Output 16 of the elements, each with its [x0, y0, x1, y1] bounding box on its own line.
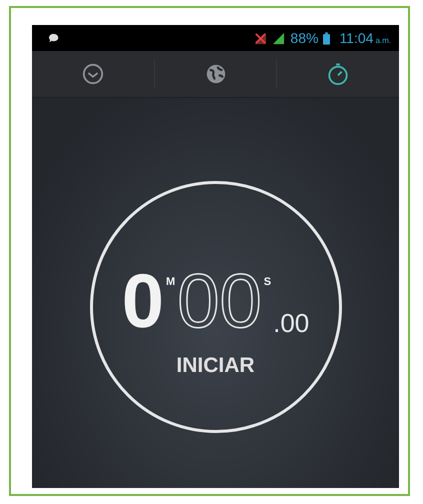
time-period: a.m.: [375, 36, 391, 45]
seconds-unit: S: [264, 276, 272, 288]
battery-percent: 88%: [290, 30, 318, 46]
globe-icon: [204, 63, 226, 85]
no-signal-icon: [254, 32, 268, 44]
chat-icon: [48, 32, 59, 44]
clock-icon: [82, 63, 104, 85]
signal-icon: [272, 32, 286, 44]
start-button[interactable]: INICIAR: [172, 352, 259, 380]
minutes-unit: M: [166, 276, 176, 288]
clock-time: 11:04: [339, 30, 374, 46]
battery-icon: [323, 32, 330, 44]
stopwatch-icon: [327, 62, 350, 86]
seconds-value: 00: [177, 264, 262, 340]
hundredths-value: .00: [273, 308, 310, 339]
minutes-value: 0: [122, 264, 164, 340]
